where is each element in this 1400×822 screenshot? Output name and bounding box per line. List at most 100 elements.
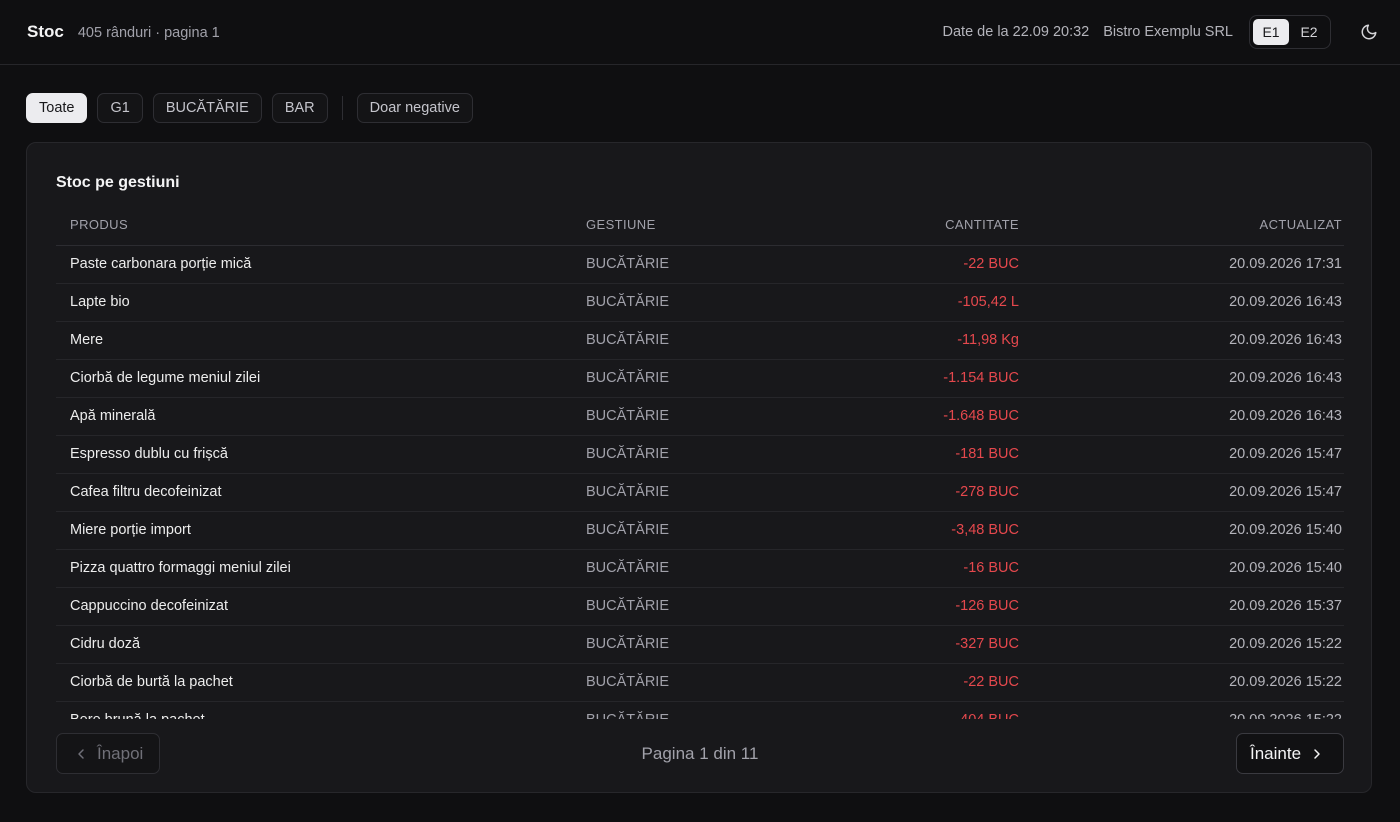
- data-timestamp: Date de la 22.09 20:32: [942, 24, 1090, 40]
- cell-produs: Bere brună la pachet: [56, 701, 586, 719]
- header-actions: Date de la 22.09 20:32 Bistro Exemplu SR…: [942, 15, 1377, 49]
- previous-page-label: Înapoi: [97, 743, 144, 763]
- cell-gestiune: BUCĂTĂRIE: [586, 283, 826, 322]
- table-row[interactable]: Apă minerală BUCĂTĂRIE -1.648 BUC 20.09.…: [56, 397, 1344, 436]
- entity-button-e1[interactable]: E1: [1253, 19, 1289, 45]
- table-row[interactable]: Miere porție import BUCĂTĂRIE -3,48 BUC …: [56, 511, 1344, 550]
- stock-table: PRODUS GESTIUNE CANTITATE ACTUALIZAT Pas…: [56, 205, 1344, 719]
- card-title: Stoc pe gestiuni: [56, 174, 180, 191]
- cell-actualizat: 20.09.2026 17:31: [1019, 245, 1344, 284]
- table-row[interactable]: Pizza quattro formaggi meniul zilei BUCĂ…: [56, 549, 1344, 588]
- top-bar: Stoc 405 rânduri · pagina 1 Date de la 2…: [0, 0, 1400, 65]
- table-row[interactable]: Paste carbonara porție mică BUCĂTĂRIE -2…: [56, 245, 1344, 284]
- theme-toggle-button[interactable]: [1355, 18, 1383, 46]
- cell-produs: Pizza quattro formaggi meniul zilei: [56, 549, 586, 588]
- cell-cantitate: -181 BUC: [826, 435, 1019, 474]
- negative-only-toggle[interactable]: Doar negative: [356, 93, 473, 123]
- cell-cantitate: -327 BUC: [826, 625, 1019, 664]
- cell-actualizat: 20.09.2026 15:47: [1019, 435, 1344, 474]
- cell-actualizat: 20.09.2026 16:43: [1019, 397, 1344, 436]
- cell-produs: Ciorbă de burtă la pachet: [56, 663, 586, 702]
- cell-cantitate: -404 BUC: [826, 701, 1019, 719]
- cell-cantitate: -1.154 BUC: [826, 359, 1019, 398]
- cell-cantitate: -1.648 BUC: [826, 397, 1019, 436]
- cell-actualizat: 20.09.2026 15:37: [1019, 587, 1344, 626]
- cell-cantitate: -3,48 BUC: [826, 511, 1019, 550]
- page-title: Stoc: [27, 22, 64, 41]
- column-header-produs[interactable]: PRODUS: [56, 205, 586, 246]
- cell-produs: Apă minerală: [56, 397, 586, 436]
- cell-actualizat: 20.09.2026 16:43: [1019, 321, 1344, 360]
- cell-cantitate: -11,98 Kg: [826, 321, 1019, 360]
- previous-page-button[interactable]: Înapoi: [56, 733, 160, 774]
- cell-cantitate: -16 BUC: [826, 549, 1019, 588]
- table-row[interactable]: Ciorbă de legume meniul zilei BUCĂTĂRIE …: [56, 359, 1344, 398]
- cell-cantitate: -105,42 L: [826, 283, 1019, 322]
- cell-cantitate: -126 BUC: [826, 587, 1019, 626]
- cell-produs: Cafea filtru decofeinizat: [56, 473, 586, 512]
- cell-actualizat: 20.09.2026 15:22: [1019, 625, 1344, 664]
- filter-chip-g1[interactable]: G1: [97, 93, 143, 123]
- cell-gestiune: BUCĂTĂRIE: [586, 245, 826, 284]
- next-page-label: Înainte: [1250, 743, 1302, 763]
- table-row[interactable]: Cidru doză BUCĂTĂRIE -327 BUC 20.09.2026…: [56, 625, 1344, 664]
- cell-gestiune: BUCĂTĂRIE: [586, 549, 826, 588]
- cell-cantitate: -278 BUC: [826, 473, 1019, 512]
- table-row[interactable]: Cafea filtru decofeinizat BUCĂTĂRIE -278…: [56, 473, 1344, 512]
- cell-gestiune: BUCĂTĂRIE: [586, 435, 826, 474]
- cell-cantitate: -22 BUC: [826, 245, 1019, 284]
- title-group: Stoc 405 rânduri · pagina 1: [27, 22, 220, 42]
- table-row[interactable]: Mere BUCĂTĂRIE -11,98 Kg 20.09.2026 16:4…: [56, 321, 1344, 360]
- entity-switcher: E1 E2: [1249, 15, 1331, 49]
- next-page-button[interactable]: Înainte: [1236, 733, 1344, 774]
- cell-gestiune: BUCĂTĂRIE: [586, 473, 826, 512]
- cell-actualizat: 20.09.2026 15:40: [1019, 511, 1344, 550]
- table-row[interactable]: Lapte bio BUCĂTĂRIE -105,42 L 20.09.2026…: [56, 283, 1344, 322]
- cell-actualizat: 20.09.2026 15:47: [1019, 473, 1344, 512]
- table-row[interactable]: Bere brună la pachet BUCĂTĂRIE -404 BUC …: [56, 701, 1344, 719]
- cell-actualizat: 20.09.2026 15:22: [1019, 663, 1344, 702]
- cell-produs: Paste carbonara porție mică: [56, 245, 586, 284]
- cell-actualizat: 20.09.2026 16:43: [1019, 283, 1344, 322]
- cell-produs: Espresso dublu cu frișcă: [56, 435, 586, 474]
- cell-produs: Cidru doză: [56, 625, 586, 664]
- filter-chip-toate[interactable]: Toate: [26, 93, 88, 123]
- table-header-row: PRODUS GESTIUNE CANTITATE ACTUALIZAT: [56, 205, 1344, 246]
- cell-actualizat: 20.09.2026 15:22: [1019, 701, 1344, 719]
- cell-produs: Mere: [56, 321, 586, 360]
- cell-gestiune: BUCĂTĂRIE: [586, 625, 826, 664]
- cell-produs: Ciorbă de legume meniul zilei: [56, 359, 586, 398]
- table-row[interactable]: Ciorbă de burtă la pachet BUCĂTĂRIE -22 …: [56, 663, 1344, 702]
- page-indicator: Pagina 1 din 11: [641, 743, 759, 763]
- table-row[interactable]: Cappuccino decofeinizat BUCĂTĂRIE -126 B…: [56, 587, 1344, 626]
- filter-bar: Toate G1 BUCĂTĂRIE BAR Doar negative: [26, 93, 473, 123]
- cell-gestiune: BUCĂTĂRIE: [586, 511, 826, 550]
- company-name: Bistro Exemplu SRL: [1103, 24, 1233, 40]
- cell-produs: Lapte bio: [56, 283, 586, 322]
- chevron-right-icon: [1309, 746, 1325, 762]
- cell-gestiune: BUCĂTĂRIE: [586, 701, 826, 719]
- table-row[interactable]: Espresso dublu cu frișcă BUCĂTĂRIE -181 …: [56, 435, 1344, 474]
- column-header-actualizat[interactable]: ACTUALIZAT: [1019, 205, 1344, 246]
- entity-button-e2[interactable]: E2: [1291, 19, 1327, 45]
- cell-gestiune: BUCĂTĂRIE: [586, 397, 826, 436]
- cell-produs: Miere porție import: [56, 511, 586, 550]
- table-scroll-area[interactable]: PRODUS GESTIUNE CANTITATE ACTUALIZAT Pas…: [56, 205, 1344, 719]
- filter-chip-bucatarie[interactable]: BUCĂTĂRIE: [152, 93, 262, 123]
- chevron-left-icon: [73, 746, 89, 762]
- cell-actualizat: 20.09.2026 15:40: [1019, 549, 1344, 588]
- cell-produs: Cappuccino decofeinizat: [56, 587, 586, 626]
- cell-gestiune: BUCĂTĂRIE: [586, 321, 826, 360]
- cell-actualizat: 20.09.2026 16:43: [1019, 359, 1344, 398]
- stock-card: Stoc pe gestiuni PRODUS GESTIUNE CANTITA…: [26, 142, 1372, 793]
- column-header-gestiune[interactable]: GESTIUNE: [586, 205, 826, 246]
- cell-cantitate: -22 BUC: [826, 663, 1019, 702]
- pagination: Pagina 1 din 11 Înapoi Înainte: [56, 733, 1344, 775]
- moon-icon: [1360, 23, 1378, 41]
- cell-gestiune: BUCĂTĂRIE: [586, 587, 826, 626]
- row-count-subtitle: 405 rânduri · pagina 1: [77, 25, 220, 41]
- cell-gestiune: BUCĂTĂRIE: [586, 359, 826, 398]
- column-header-cantitate[interactable]: CANTITATE: [826, 205, 1019, 246]
- filter-chip-bar[interactable]: BAR: [271, 93, 328, 123]
- cell-gestiune: BUCĂTĂRIE: [586, 663, 826, 702]
